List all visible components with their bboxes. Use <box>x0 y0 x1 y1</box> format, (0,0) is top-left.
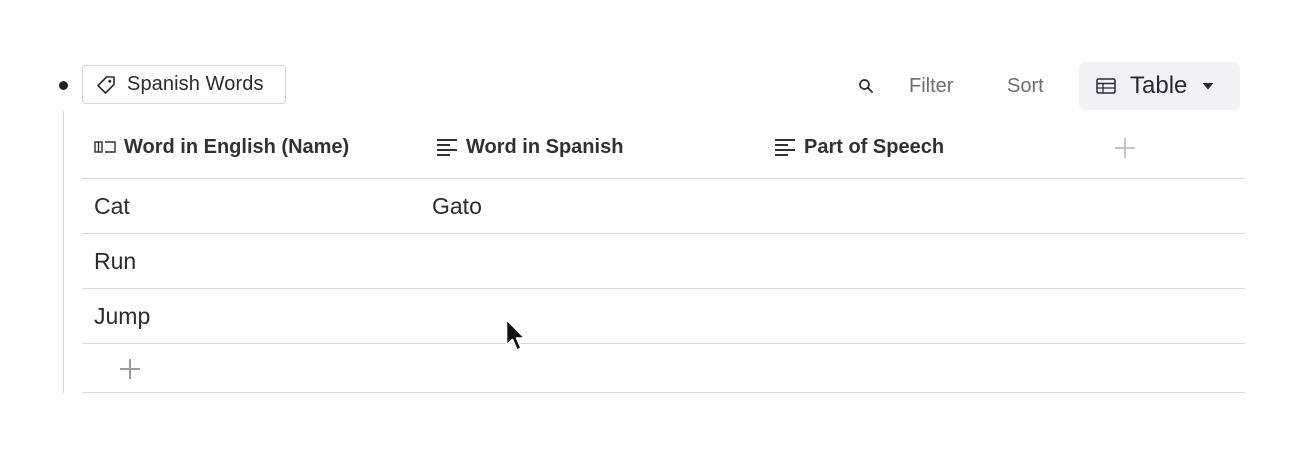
column-header-label: Part of Speech <box>804 135 945 158</box>
cell-spanish[interactable]: Gato <box>432 179 482 233</box>
filter-button[interactable]: Filter <box>909 70 953 102</box>
bullet-point[interactable] <box>59 81 68 90</box>
indent-guide <box>63 111 64 393</box>
cell-part-of-speech[interactable] <box>776 289 1076 343</box>
cell-part-of-speech[interactable] <box>776 179 1076 233</box>
name-field-icon <box>94 139 116 155</box>
plus-icon <box>1115 138 1135 158</box>
caret-down-icon <box>1201 81 1215 91</box>
cell-english[interactable]: Cat <box>94 179 130 233</box>
mouse-pointer-icon <box>505 318 527 354</box>
tag-icon <box>95 74 117 96</box>
cell-part-of-speech[interactable] <box>776 234 1076 288</box>
cell-spanish[interactable] <box>432 289 732 343</box>
view-switcher-button[interactable]: Table <box>1079 62 1240 110</box>
collection-view: Spanish Words Filter Sort Table Word in … <box>0 0 1314 474</box>
table-header-row: Word in English (Name) Word in Spanish P… <box>82 123 1245 178</box>
cell-spanish[interactable] <box>432 234 732 288</box>
view-switcher-label: Table <box>1130 72 1188 99</box>
column-header-spanish[interactable]: Word in Spanish <box>436 123 623 171</box>
plus-icon <box>120 359 140 379</box>
row-divider <box>82 343 1245 344</box>
add-column-button[interactable] <box>1112 135 1138 161</box>
text-field-icon <box>774 137 796 157</box>
table-icon <box>1096 77 1116 95</box>
collection-tag-chip[interactable]: Spanish Words <box>82 65 286 104</box>
add-row-button[interactable] <box>117 356 143 382</box>
row-divider <box>82 392 1245 393</box>
search-icon[interactable] <box>853 74 879 98</box>
column-header-part-of-speech[interactable]: Part of Speech <box>774 123 944 171</box>
collection-tag-label: Spanish Words <box>127 73 264 95</box>
column-header-label: Word in Spanish <box>466 135 624 158</box>
column-header-english[interactable]: Word in English (Name) <box>94 123 349 171</box>
cell-english[interactable]: Run <box>94 234 136 288</box>
text-field-icon <box>436 137 458 157</box>
cell-english[interactable]: Jump <box>94 289 150 343</box>
column-header-label: Word in English (Name) <box>124 135 350 158</box>
sort-button[interactable]: Sort <box>1007 70 1044 102</box>
